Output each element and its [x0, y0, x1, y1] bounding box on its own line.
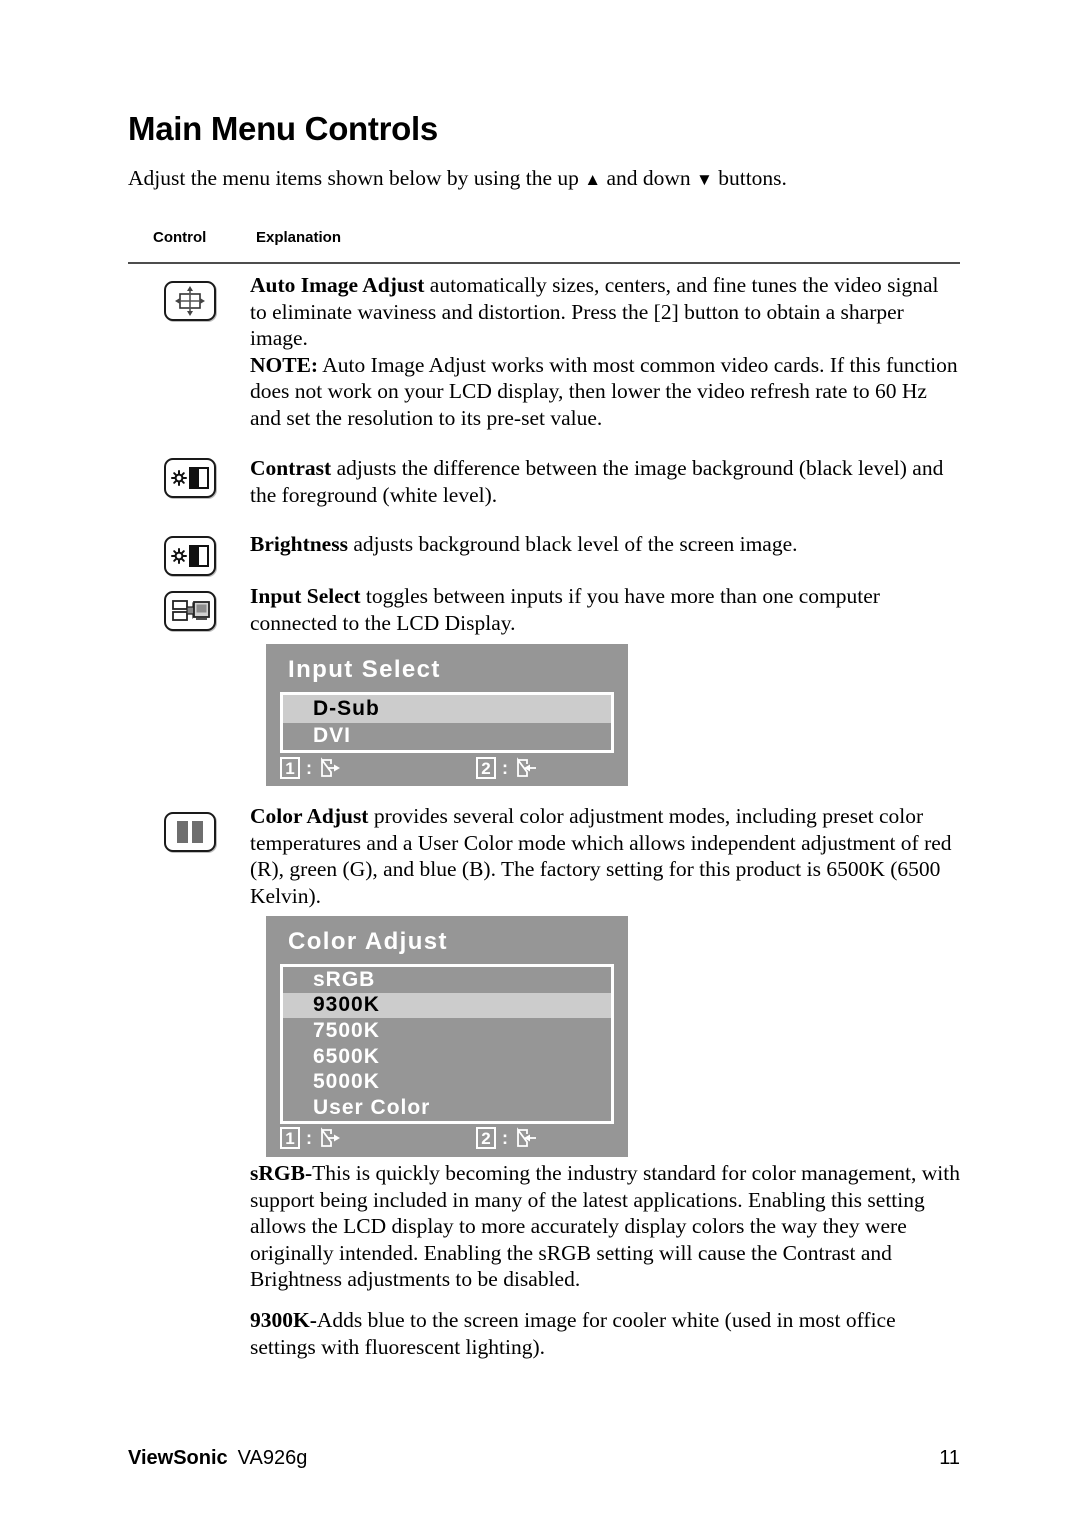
up-triangle-icon: ▲: [584, 170, 602, 189]
exit-out-icon: [321, 757, 340, 777]
brightness-icon: [164, 536, 216, 576]
osd-key-1-label: 1: [280, 1127, 300, 1149]
osd-input-select-title: Input Select: [288, 656, 441, 683]
osd-item[interactable]: User Color: [283, 1094, 611, 1121]
down-triangle-icon: ▼: [696, 170, 713, 189]
osd-color-adjust: Color Adjust sRGB 9300K 7500K 6500K 5000K Use…: [266, 916, 628, 1157]
auto-image-adjust-text: Auto Image Adjust automatically sizes, c…: [250, 272, 960, 432]
footer-page-number: 11: [939, 1447, 960, 1469]
note-label: NOTE:: [250, 352, 319, 377]
input-select-text: Input Select toggles between inputs if y…: [250, 583, 960, 636]
osd-input-select: Input Select D-Sub DVI 1 : 2 :: [266, 644, 628, 786]
definition-srgb-body: This is quickly becoming the industry st…: [250, 1161, 960, 1292]
osd-key-1[interactable]: 1 :: [280, 757, 341, 779]
exit-in-icon: [517, 757, 536, 777]
exit-out-icon: [321, 1127, 340, 1147]
term-contrast: Contrast: [250, 456, 332, 480]
document-page: Main Menu Controls Adjust the menu items…: [0, 0, 1080, 1528]
column-header-explanation: Explanation: [256, 229, 342, 246]
osd-item[interactable]: D-Sub: [283, 695, 611, 723]
definition-9300k: 9300K-Adds blue to the screen image for …: [250, 1307, 960, 1360]
term-color-adjust: Color Adjust: [250, 804, 369, 828]
column-header-control: Control: [153, 229, 207, 246]
osd-key-1-colon: :: [306, 1127, 312, 1148]
auto-image-adjust-icon: [164, 281, 216, 321]
osd-key-2[interactable]: 2 :: [476, 757, 537, 779]
osd-key-2-label: 2: [476, 1127, 496, 1149]
term-input-select: Input Select: [250, 584, 361, 608]
body-contrast: adjusts the difference between the image…: [250, 456, 944, 507]
osd-item[interactable]: 7500K: [283, 1018, 611, 1044]
intro-paragraph: Adjust the menu items shown below by usi…: [128, 165, 787, 192]
osd-color-adjust-footer: 1 : 2 :: [280, 1127, 614, 1157]
osd-item[interactable]: DVI: [283, 722, 611, 750]
osd-color-adjust-title: Color Adjust: [288, 928, 448, 955]
brightness-text: Brightness adjusts background black leve…: [250, 531, 960, 558]
footer-model: VA926g: [237, 1447, 308, 1469]
color-adjust-text: Color Adjust provides several color adju…: [250, 803, 960, 909]
osd-input-select-footer: 1 : 2 :: [280, 757, 614, 787]
osd-key-2-label: 2: [476, 757, 496, 779]
osd-key-2-colon: :: [502, 1127, 508, 1148]
definition-srgb-term: sRGB-: [250, 1161, 313, 1185]
osd-item[interactable]: 6500K: [283, 1043, 611, 1070]
body-brightness: adjusts background black level of the sc…: [347, 532, 798, 556]
osd-key-1[interactable]: 1 :: [280, 1127, 341, 1149]
definition-srgb: sRGB-This is quickly becoming the indust…: [250, 1160, 960, 1293]
osd-item[interactable]: 9300K: [283, 992, 611, 1019]
footer-brand: ViewSonic: [128, 1447, 228, 1469]
definition-9300k-body: Adds blue to the screen image for cooler…: [250, 1308, 896, 1359]
osd-item[interactable]: 5000K: [283, 1069, 611, 1095]
header-divider: [128, 262, 960, 264]
osd-key-2[interactable]: 2 :: [476, 1127, 537, 1149]
osd-key-1-colon: :: [306, 757, 312, 778]
intro-mid: and down: [601, 166, 697, 190]
osd-key-1-label: 1: [280, 757, 300, 779]
note-body: Auto Image Adjust works with most common…: [250, 352, 958, 430]
footer-brand-model: ViewSonic VA926g: [128, 1447, 307, 1470]
intro-prefix: Adjust the menu items shown below by usi…: [128, 166, 585, 190]
osd-color-adjust-list[interactable]: sRGB 9300K 7500K 6500K 5000K User Color: [280, 964, 614, 1124]
osd-input-select-list[interactable]: D-Sub DVI: [280, 692, 614, 753]
input-select-icon: [164, 591, 216, 631]
definition-9300k-term: 9300K-: [250, 1308, 317, 1332]
intro-suffix: buttons.: [712, 166, 787, 190]
contrast-icon: [164, 458, 216, 498]
contrast-text: Contrast adjusts the difference between …: [250, 455, 960, 508]
color-adjust-icon: [164, 812, 216, 852]
osd-item[interactable]: sRGB: [283, 967, 611, 993]
term-auto-image-adjust: Auto Image Adjust: [250, 273, 425, 297]
term-brightness: Brightness: [250, 532, 348, 556]
osd-key-2-colon: :: [502, 757, 508, 778]
page-title: Main Menu Controls: [128, 110, 438, 147]
exit-in-icon: [517, 1127, 536, 1147]
